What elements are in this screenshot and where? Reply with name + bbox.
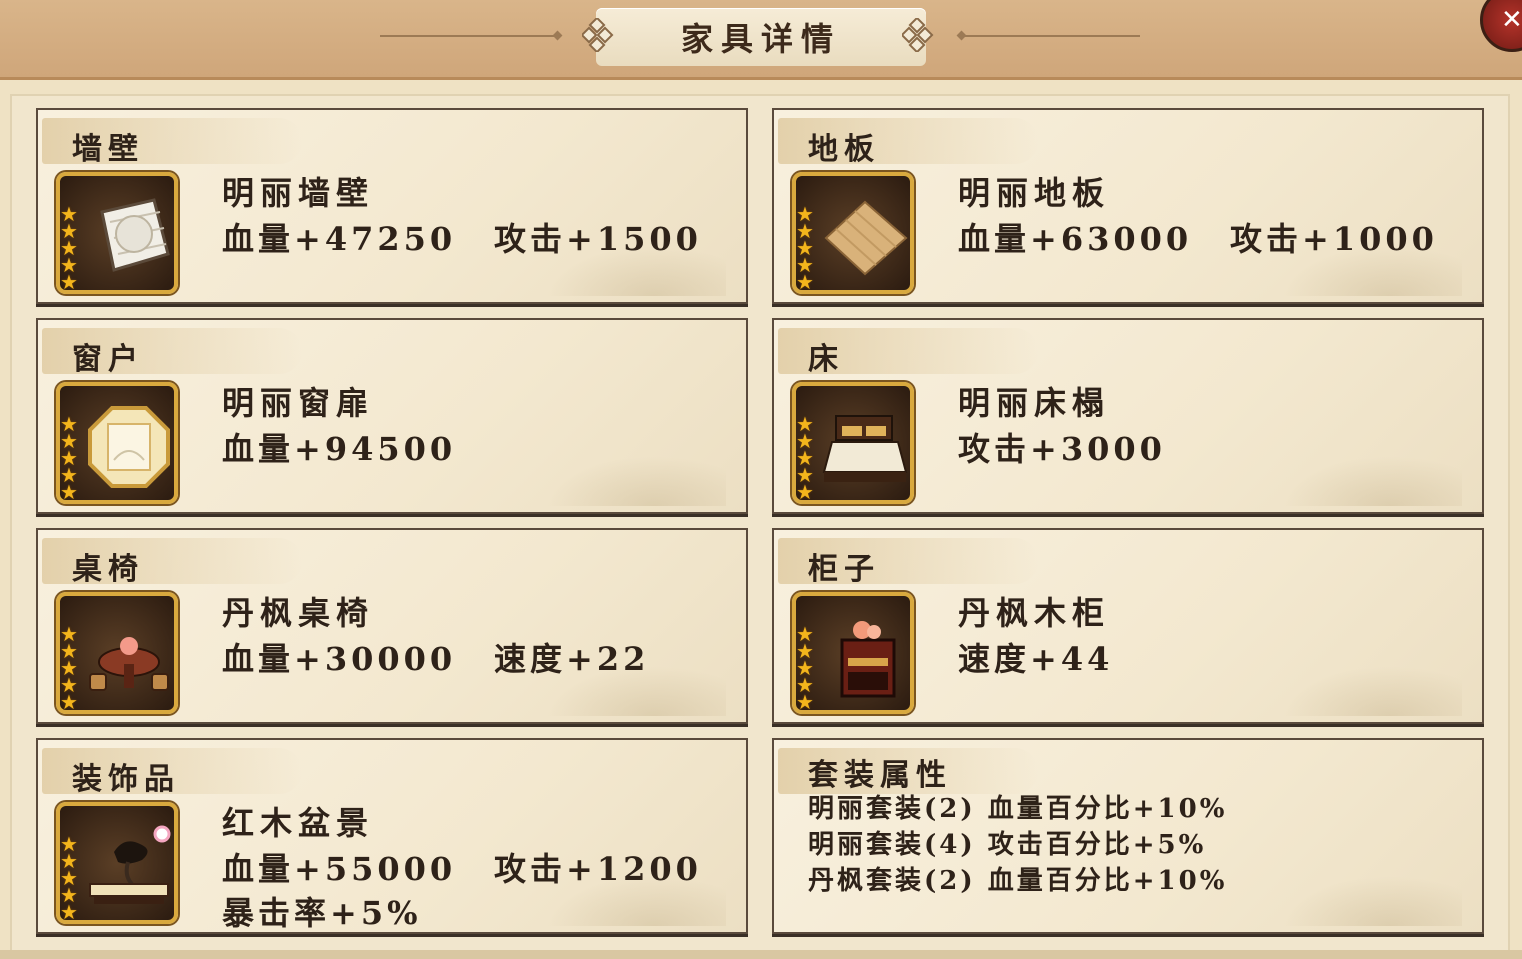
stat-value: 暴击率+5% bbox=[222, 894, 422, 932]
rarity-stars: ★ ★ ★ ★ ★ bbox=[60, 414, 84, 504]
page-title: 家具详情 bbox=[680, 20, 841, 58]
item-icon-frame[interactable]: ★ ★ ★ ★ ★ bbox=[56, 802, 178, 924]
furniture-card-cabinet[interactable]: 柜子 ★ ★ ★ ★ ★ 丹枫木柜 速度+44 bbox=[772, 528, 1484, 724]
item-name: 明丽墙壁 bbox=[222, 174, 375, 212]
rarity-stars: ★ ★ ★ ★ ★ bbox=[796, 204, 820, 294]
item-icon-frame[interactable]: ★ ★ ★ ★ ★ bbox=[792, 592, 914, 714]
furniture-card-floor[interactable]: 地板 ★ ★ ★ ★ ★ 明丽地板 血量+63000 攻击+1000 bbox=[772, 108, 1484, 304]
star-icon: ★ bbox=[796, 690, 814, 714]
floor-icon bbox=[824, 200, 908, 276]
divider-right bbox=[960, 35, 1140, 37]
stat-value: 速度+22 bbox=[494, 640, 650, 678]
stat-value: 血量+30000 bbox=[222, 640, 457, 678]
item-name: 明丽窗扉 bbox=[222, 384, 375, 422]
category-label: 床 bbox=[808, 342, 844, 377]
furniture-card-table-chairs[interactable]: 桌椅 ★ ★ ★ ★ ★ 丹枫桌椅 血量+30000 速度+22 bbox=[36, 528, 748, 724]
rarity-stars: ★ ★ ★ ★ ★ bbox=[796, 624, 820, 714]
item-icon-frame[interactable]: ★ ★ ★ ★ ★ bbox=[56, 382, 178, 504]
furniture-card-window[interactable]: 窗户 ★ ★ ★ ★ ★ 明丽窗扉 血量+94500 bbox=[36, 318, 748, 514]
divider-left bbox=[380, 35, 560, 37]
furniture-card-decoration[interactable]: 装饰品 ★ ★ ★ ★ ★ 红木盆景 血量+55000 攻击+1200 暴击率+5% bbox=[36, 738, 748, 934]
cabinet-icon bbox=[840, 621, 896, 698]
divider-dot bbox=[552, 30, 563, 41]
title-plate: 家具详情 bbox=[596, 8, 926, 66]
stat-value: 血量+94500 bbox=[222, 430, 457, 468]
item-name: 红木盆景 bbox=[222, 804, 375, 842]
set-bonus-card: 套装属性 明丽套装(2) 血量百分比+10% 明丽套装(4) 攻击百分比+5% … bbox=[772, 738, 1484, 934]
star-icon: ★ bbox=[60, 270, 78, 294]
item-name: 明丽床榻 bbox=[958, 384, 1111, 422]
ornament-diamond-icon bbox=[582, 18, 614, 52]
star-icon: ★ bbox=[60, 690, 78, 714]
furniture-card-wall[interactable]: 墙壁 ★ ★ ★ ★ ★ 明丽墙壁 血量+47250 攻击+1500 bbox=[36, 108, 748, 304]
item-icon-frame[interactable]: ★ ★ ★ ★ ★ bbox=[792, 172, 914, 294]
stat-value: 血量+55000 bbox=[222, 850, 457, 888]
item-icon-frame[interactable]: ★ ★ ★ ★ ★ bbox=[792, 382, 914, 504]
stat-value: 攻击+3000 bbox=[958, 430, 1166, 468]
bonsai-icon bbox=[89, 825, 171, 904]
set-bonus-line: 明丽套装(2) 血量百分比+10% bbox=[808, 794, 1228, 824]
category-label: 墙壁 bbox=[72, 132, 144, 167]
close-button[interactable]: ✕ bbox=[1480, 0, 1522, 52]
item-name: 丹枫桌椅 bbox=[222, 594, 375, 632]
table-chair-icon bbox=[89, 637, 169, 691]
rarity-stars: ★ ★ ★ ★ ★ bbox=[796, 414, 820, 504]
stat-value: 速度+44 bbox=[958, 640, 1114, 678]
category-label: 桌椅 bbox=[72, 552, 144, 587]
close-icon: ✕ bbox=[1501, 5, 1522, 35]
bottom-border bbox=[0, 950, 1522, 959]
header-bar: 家具详情 ✕ bbox=[0, 0, 1522, 80]
rarity-stars: ★ ★ ★ ★ ★ bbox=[60, 624, 84, 714]
set-bonus-line: 明丽套装(4) 攻击百分比+5% bbox=[808, 830, 1207, 860]
item-name: 丹枫木柜 bbox=[958, 594, 1111, 632]
rarity-stars: ★ ★ ★ ★ ★ bbox=[60, 204, 84, 294]
wall-icon bbox=[100, 198, 170, 272]
star-icon: ★ bbox=[796, 480, 814, 504]
category-label: 柜子 bbox=[808, 552, 880, 587]
stat-value: 攻击+1500 bbox=[494, 220, 702, 258]
bed-icon bbox=[822, 415, 908, 482]
item-icon-frame[interactable]: ★ ★ ★ ★ ★ bbox=[56, 172, 178, 294]
category-label: 装饰品 bbox=[72, 762, 180, 797]
ornament-diamond-icon bbox=[902, 18, 934, 52]
stat-value: 攻击+1000 bbox=[1230, 220, 1438, 258]
window-icon bbox=[88, 406, 170, 488]
star-icon: ★ bbox=[60, 900, 78, 924]
star-icon: ★ bbox=[796, 270, 814, 294]
furniture-card-bed[interactable]: 床 ★ ★ ★ ★ ★ 明丽床榻 攻击+3000 bbox=[772, 318, 1484, 514]
divider-dot bbox=[956, 30, 967, 41]
category-label: 窗户 bbox=[72, 342, 144, 377]
stat-value: 攻击+1200 bbox=[494, 850, 702, 888]
item-icon-frame[interactable]: ★ ★ ★ ★ ★ bbox=[56, 592, 178, 714]
stat-value: 血量+47250 bbox=[222, 220, 457, 258]
stat-value: 血量+63000 bbox=[958, 220, 1193, 258]
star-icon: ★ bbox=[60, 480, 78, 504]
category-label: 地板 bbox=[808, 132, 880, 167]
item-name: 明丽地板 bbox=[958, 174, 1111, 212]
set-bonus-line: 丹枫套装(2) 血量百分比+10% bbox=[808, 866, 1228, 896]
rarity-stars: ★ ★ ★ ★ ★ bbox=[60, 834, 84, 924]
